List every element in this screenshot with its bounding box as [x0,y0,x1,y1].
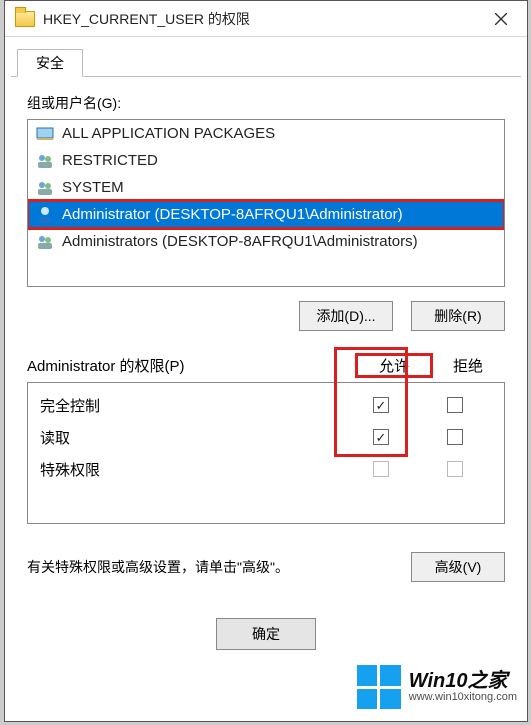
list-item-label: Administrators (DESKTOP-8AFRQU1\Administ… [62,233,418,250]
watermark: Win10之家 www.win10xitong.com [357,665,517,709]
list-item-label: SYSTEM [62,179,124,196]
list-item-label: ALL APPLICATION PACKAGES [62,125,275,142]
permission-name: 完全控制 [40,395,344,416]
permission-row: 特殊权限 [28,453,504,485]
package-icon [34,124,56,144]
close-button[interactable] [475,1,527,37]
list-item[interactable]: ALL APPLICATION PACKAGES [28,120,504,147]
advanced-button[interactable]: 高级(V) [411,552,505,582]
remove-button[interactable]: 删除(R) [411,301,505,331]
deny-column-header: 拒绝 [431,355,505,376]
list-item-label: Administrator (DESKTOP-8AFRQU1\Administr… [62,206,403,223]
add-button[interactable]: 添加(D)... [299,301,393,331]
allow-checkbox-read[interactable] [373,429,389,445]
permissions-for-label: Administrator 的权限(P) [27,355,357,376]
permission-name: 特殊权限 [40,459,344,480]
tabstrip: 安全 [11,43,521,77]
allow-column-header: 允许 [357,355,431,376]
permissions-header: Administrator 的权限(P) 允许 拒绝 [27,355,505,376]
user-icon [34,205,56,225]
content-area: 组或用户名(G): ALL APPLICATION PACKAGES RESTR… [5,77,527,650]
permissions-area: Administrator 的权限(P) 允许 拒绝 完全控制 读取 特殊权限 [27,355,505,524]
watermark-url: www.win10xitong.com [409,692,517,704]
windows-logo-icon [357,665,401,709]
advanced-text: 有关特殊权限或高级设置，请单击"高级"。 [27,557,289,577]
group-icon [34,178,56,198]
tab-label: 安全 [36,53,64,73]
advanced-row: 有关特殊权限或高级设置，请单击"高级"。 高级(V) [27,552,505,582]
folder-icon [15,11,35,27]
deny-checkbox-full[interactable] [447,397,463,413]
permissions-dialog: HKEY_CURRENT_USER 的权限 安全 组或用户名(G): ALL A… [4,0,528,722]
titlebar: HKEY_CURRENT_USER 的权限 [5,1,527,37]
deny-checkbox-special [447,461,463,477]
permission-row: 完全控制 [28,389,504,421]
permission-name: 读取 [40,427,344,448]
watermark-brand: Win10之家 [409,671,517,692]
dialog-buttons: 确定 [27,618,505,650]
list-item-selected[interactable]: Administrator (DESKTOP-8AFRQU1\Administr… [28,201,504,228]
window-title: HKEY_CURRENT_USER 的权限 [43,9,475,29]
list-item[interactable]: SYSTEM [28,174,504,201]
groups-label: 组或用户名(G): [27,93,505,113]
allow-checkbox-special [373,461,389,477]
list-item[interactable]: RESTRICTED [28,147,504,174]
tab-security[interactable]: 安全 [17,49,83,77]
list-item[interactable]: Administrators (DESKTOP-8AFRQU1\Administ… [28,228,504,255]
ok-button[interactable]: 确定 [216,618,316,650]
list-item-label: RESTRICTED [62,152,158,169]
permissions-table: 完全控制 读取 特殊权限 [27,382,505,524]
group-icon [34,232,56,252]
allow-checkbox-full[interactable] [373,397,389,413]
principals-list[interactable]: ALL APPLICATION PACKAGES RESTRICTED SYST… [27,119,505,287]
deny-checkbox-read[interactable] [447,429,463,445]
group-icon [34,151,56,171]
permission-row: 读取 [28,421,504,453]
list-buttons: 添加(D)... 删除(R) [27,301,505,331]
close-icon [495,13,507,25]
